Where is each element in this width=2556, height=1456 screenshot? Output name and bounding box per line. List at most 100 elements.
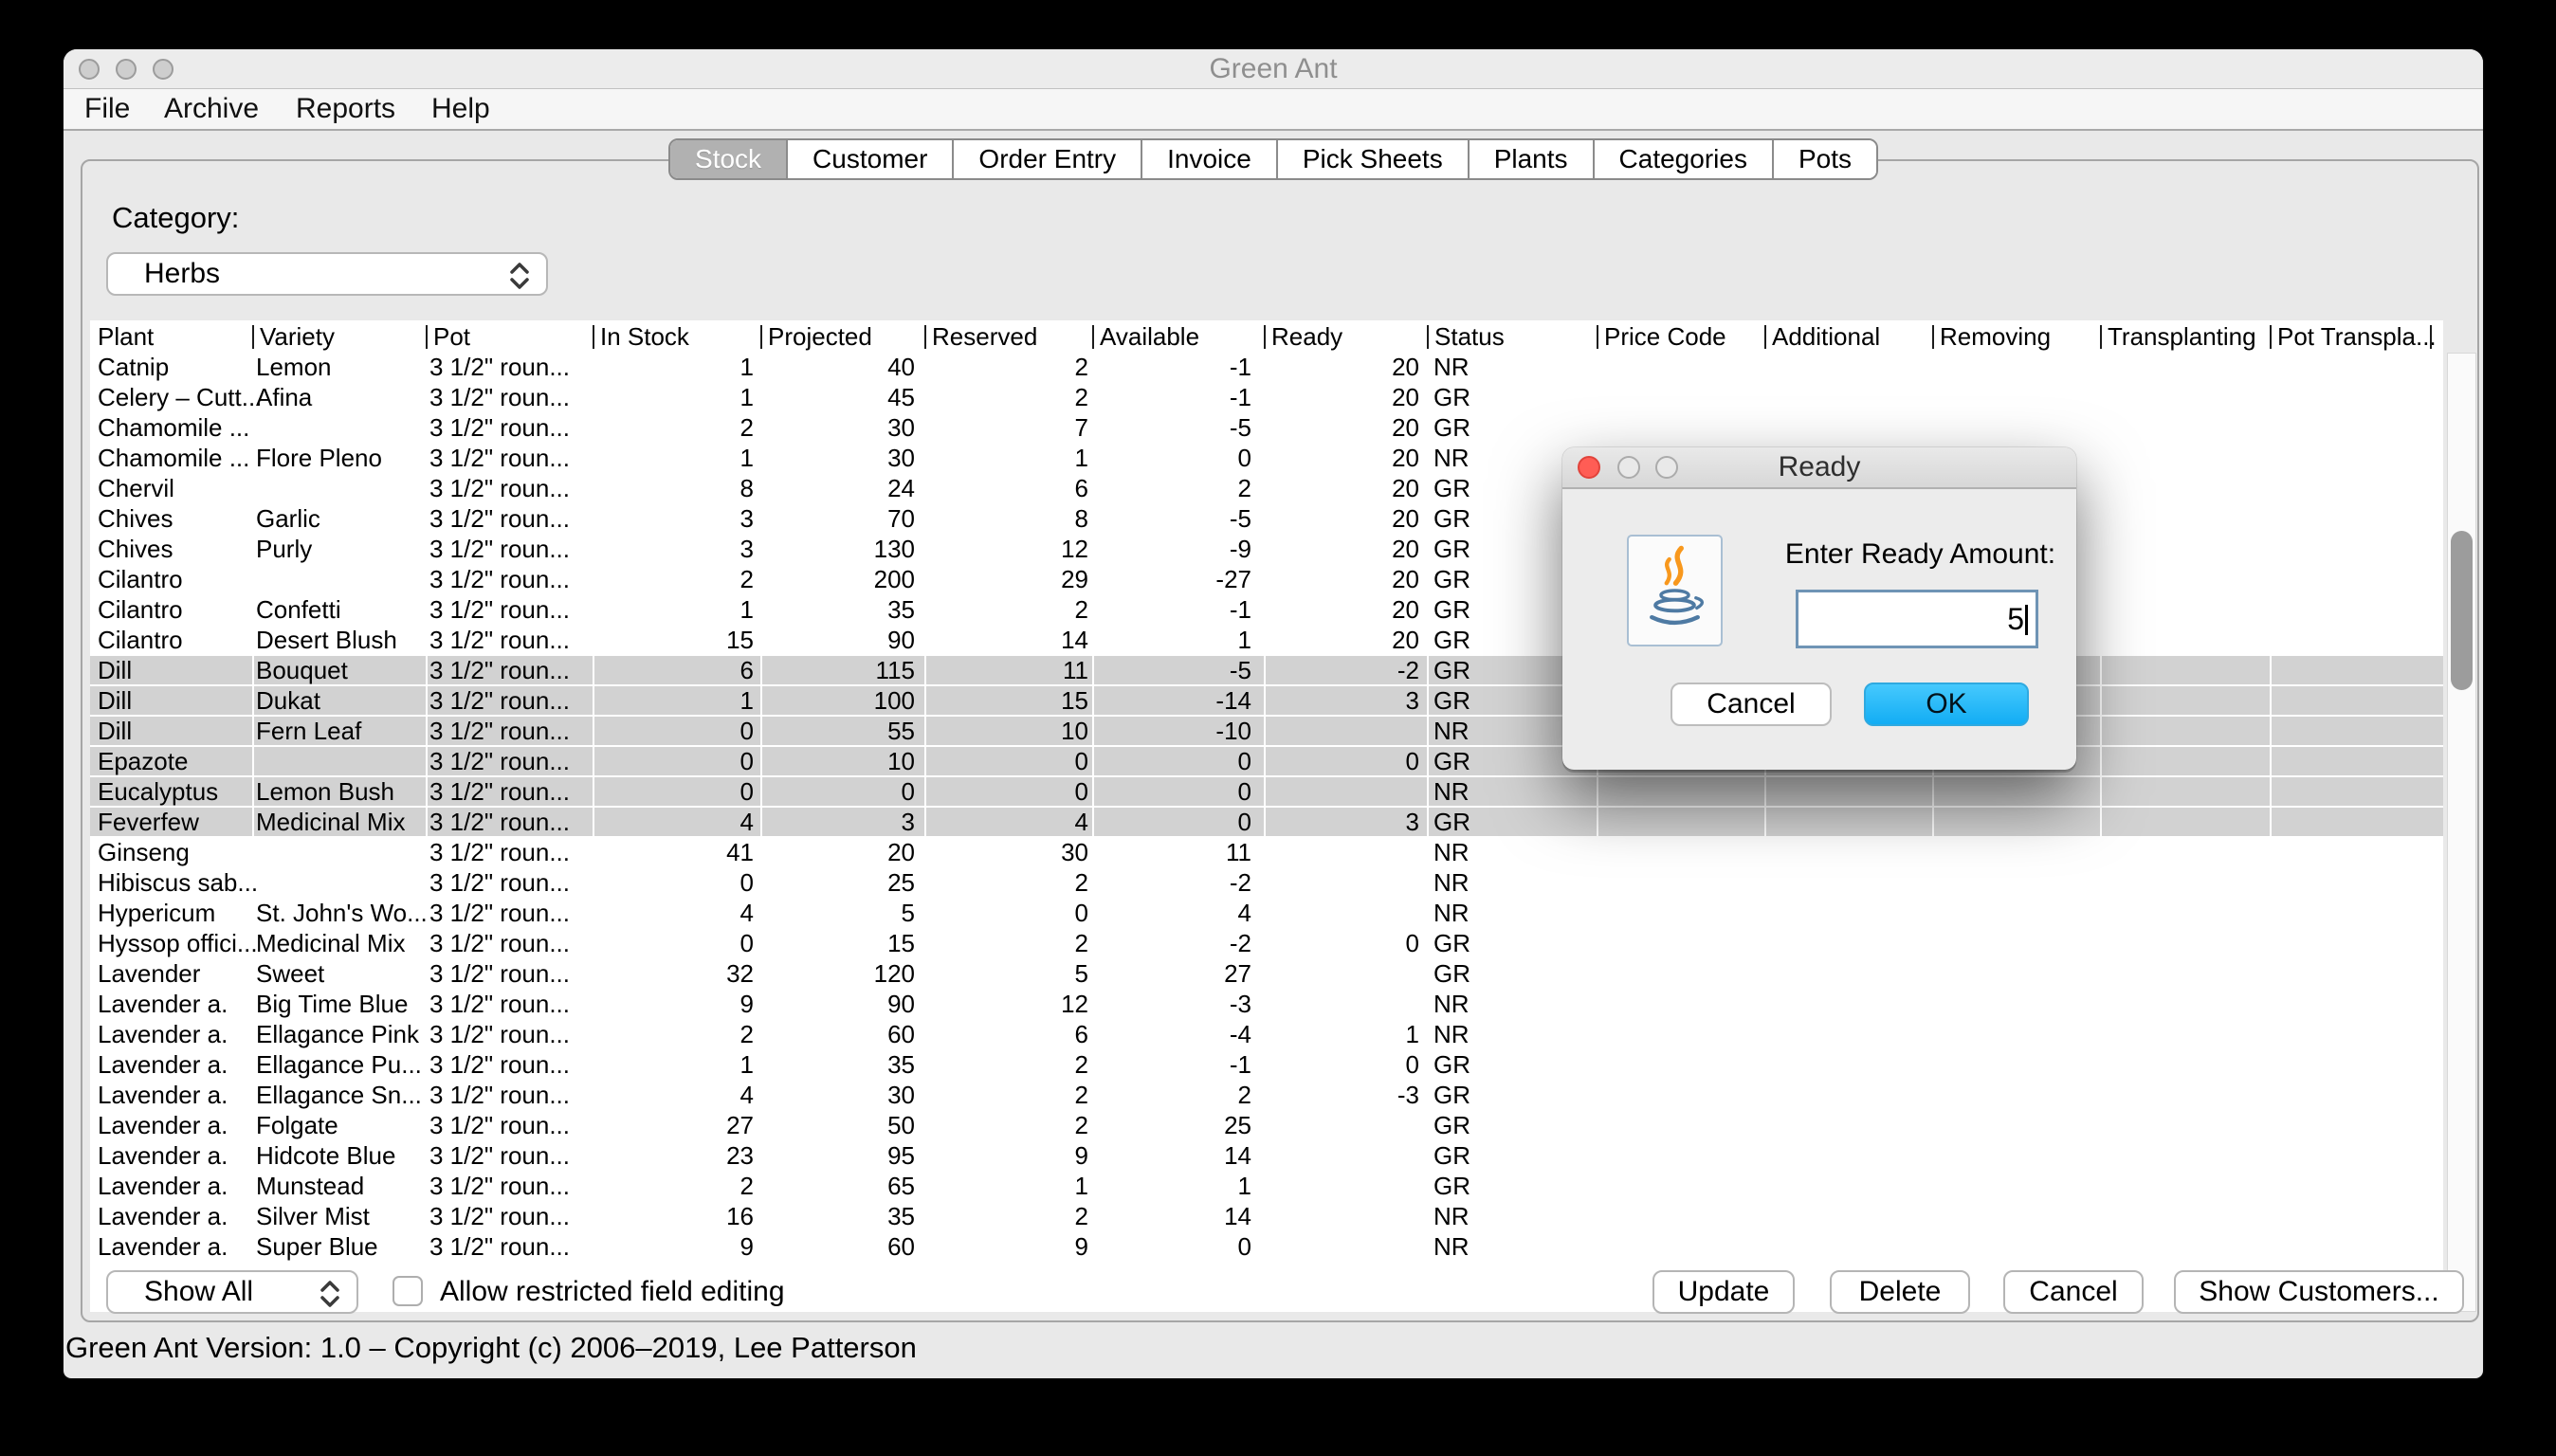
cell-in-stock: 0 <box>739 747 754 775</box>
table-row[interactable]: Lavender a. Big Time Blue 3 1/2" roun... 9 9… <box>90 990 2443 1020</box>
column-header-in-stock[interactable]: In Stock <box>600 320 689 353</box>
chevron-up-down-icon <box>320 1281 339 1307</box>
table-row[interactable]: Feverfew Medicinal Mix 3 1/2" roun... 4 3 4 0 3… <box>90 808 2443 838</box>
table-row[interactable]: Hibiscus sab... 3 1/2" roun... 0 25 2 -2 NR <box>90 868 2443 899</box>
allow-restricted-editing-checkbox[interactable] <box>393 1276 423 1306</box>
cell-reserved: 1 <box>1074 1172 1088 1200</box>
column-header-reserved[interactable]: Reserved <box>932 320 1037 353</box>
table-row[interactable]: Eucalyptus Lemon Bush 3 1/2" roun... 0 0 0 0 NR <box>90 777 2443 808</box>
table-row[interactable]: Lavender a. Ellagance Sn... 3 1/2" roun...… <box>90 1081 2443 1111</box>
tab-order-entry[interactable]: Order Entry <box>952 140 1141 178</box>
ready-amount-input[interactable]: 5 <box>1796 590 2038 648</box>
vertical-scrollbar[interactable] <box>2447 353 2476 1312</box>
tab-stock[interactable]: Stock <box>670 140 787 178</box>
cell-status: NR <box>1433 1020 1470 1048</box>
column-header-pot[interactable]: Pot <box>433 320 470 353</box>
table-row[interactable]: Cilantro Confetti 3 1/2" roun... 1 35 2 -1 20 GR <box>90 595 2443 626</box>
cell-status: GR <box>1433 1081 1470 1109</box>
table-row[interactable]: Epazote 3 1/2" roun... 0 10 0 0 0 GR <box>90 747 2443 777</box>
cell-projected: 60 <box>887 1020 915 1048</box>
menu-file[interactable]: File <box>84 89 130 129</box>
cell-in-stock: 2 <box>739 1020 754 1048</box>
cell-pot: 3 1/2" roun... <box>429 838 570 866</box>
tab-invoice[interactable]: Invoice <box>1141 140 1276 178</box>
column-header-variety[interactable]: Variety <box>260 320 335 353</box>
tab-plants[interactable]: Plants <box>1467 140 1593 178</box>
dialog-close-icon[interactable] <box>1578 456 1600 479</box>
column-header-ready[interactable]: Ready <box>1271 320 1342 353</box>
table-row[interactable]: Cilantro 3 1/2" roun... 2 200 29 -27 20 GR <box>90 565 2443 595</box>
table-row[interactable]: Catnip Lemon 3 1/2" roun... 1 40 2 -1 20 NR <box>90 353 2443 383</box>
cell-status: GR <box>1433 565 1470 593</box>
cell-in-stock: 4 <box>739 1081 754 1109</box>
cell-reserved: 0 <box>1074 747 1088 775</box>
menu-reports[interactable]: Reports <box>296 89 395 129</box>
cell-status: GR <box>1433 413 1470 442</box>
column-header-available[interactable]: Available <box>1100 320 1199 353</box>
update-button[interactable]: Update <box>1652 1270 1795 1314</box>
table-row[interactable]: Chamomile ... Flore Pleno 3 1/2" roun... 1 3… <box>90 444 2443 474</box>
table-row[interactable]: Hypericum St. John's Wo... 3 1/2" roun... 4… <box>90 899 2443 929</box>
show-customers-button[interactable]: Show Customers... <box>2174 1270 2464 1314</box>
table-row[interactable]: Lavender a. Ellagance Pink 3 1/2" roun... 2… <box>90 1020 2443 1050</box>
table-row[interactable]: Dill Dukat 3 1/2" roun... 1 100 15 -14 3 GR <box>90 686 2443 717</box>
tab-pots[interactable]: Pots <box>1771 140 1876 178</box>
tab-categories[interactable]: Categories <box>1592 140 1772 178</box>
table-row[interactable]: Lavender Sweet 3 1/2" roun... 32 120 5 27 GR <box>90 959 2443 990</box>
table-row[interactable]: Hyssop offici... Medicinal Mix 3 1/2" roun… <box>90 929 2443 959</box>
table-row[interactable]: Lavender a. Silver Mist 3 1/2" roun... 16 35… <box>90 1202 2443 1232</box>
column-header-projected[interactable]: Projected <box>768 320 872 353</box>
tab-customer[interactable]: Customer <box>786 140 953 178</box>
table-row[interactable]: Chervil 3 1/2" roun... 8 24 6 2 20 GR <box>90 474 2443 504</box>
menu-archive[interactable]: Archive <box>164 89 259 129</box>
column-header-removing[interactable]: Removing <box>1940 320 2051 353</box>
table-row[interactable]: Dill Fern Leaf 3 1/2" roun... 0 55 10 -10 NR <box>90 717 2443 747</box>
column-gridline <box>1264 656 1266 686</box>
column-header-plant[interactable]: Plant <box>98 320 154 353</box>
tab-pick-sheets[interactable]: Pick Sheets <box>1275 140 1468 178</box>
delete-button[interactable]: Delete <box>1830 1270 1970 1314</box>
column-header-status[interactable]: Status <box>1434 320 1505 353</box>
show-filter-select[interactable]: Show All <box>106 1270 358 1314</box>
column-gridline <box>760 777 762 808</box>
table-row[interactable]: Ginseng 3 1/2" roun... 41 20 30 11 NR <box>90 838 2443 868</box>
cell-ready: 20 <box>1392 444 1419 472</box>
header-separator <box>2430 325 2432 349</box>
column-header-additional[interactable]: Additional <box>1772 320 1880 353</box>
column-gridline <box>1427 717 1429 747</box>
cell-pot: 3 1/2" roun... <box>429 595 570 624</box>
column-header-price-code[interactable]: Price Code <box>1604 320 1726 353</box>
header-separator <box>426 325 428 349</box>
cell-in-stock: 1 <box>739 383 754 411</box>
category-select[interactable]: Herbs <box>106 252 548 296</box>
table-row[interactable]: Lavender a. Ellagance Pu... 3 1/2" roun...… <box>90 1050 2443 1081</box>
table-row[interactable]: Lavender a. Munstead 3 1/2" roun... 2 65 1 1 GR <box>90 1172 2443 1202</box>
column-gridline <box>760 656 762 686</box>
table-row[interactable]: Dill Bouquet 3 1/2" roun... 6 115 11 -5 -2 GR <box>90 656 2443 686</box>
cell-pot: 3 1/2" roun... <box>429 474 570 502</box>
cell-ready: 20 <box>1392 383 1419 411</box>
table-row[interactable]: Lavender a. Super Blue 3 1/2" roun... 9 60 9 0… <box>90 1232 2443 1263</box>
table-row[interactable]: Chamomile ... 3 1/2" roun... 2 30 7 -5 20 GR <box>90 413 2443 444</box>
column-header-pot-transpla-[interactable]: Pot Transpla... <box>2277 320 2437 353</box>
column-gridline <box>593 686 594 717</box>
cell-available: -27 <box>1215 565 1251 593</box>
table-row[interactable]: Lavender a. Folgate 3 1/2" roun... 27 50 2 25 G… <box>90 1111 2443 1141</box>
cell-available: -5 <box>1229 413 1251 442</box>
table-row[interactable]: Chives Garlic 3 1/2" roun... 3 70 8 -5 20 GR <box>90 504 2443 535</box>
cell-projected: 95 <box>887 1141 915 1170</box>
cell-projected: 70 <box>887 504 915 533</box>
cell-reserved: 15 <box>1061 686 1088 715</box>
table-row[interactable]: Celery – Cutt... Afina 3 1/2" roun... 1 45 2 -… <box>90 383 2443 413</box>
menu-help[interactable]: Help <box>431 89 490 129</box>
column-header-transplanting[interactable]: Transplanting <box>2108 320 2256 353</box>
column-gridline <box>760 686 762 717</box>
column-gridline <box>1427 777 1429 808</box>
cancel-button[interactable]: Cancel <box>2003 1270 2144 1314</box>
scrollbar-thumb[interactable] <box>2451 531 2473 690</box>
dialog-ok-button[interactable]: OK <box>1864 682 2029 726</box>
dialog-cancel-button[interactable]: Cancel <box>1671 682 1832 726</box>
table-row[interactable]: Cilantro Desert Blush 3 1/2" roun... 15 90 14… <box>90 626 2443 656</box>
table-row[interactable]: Chives Purly 3 1/2" roun... 3 130 12 -9 20 GR <box>90 535 2443 565</box>
table-row[interactable]: Lavender a. Hidcote Blue 3 1/2" roun... 23 9… <box>90 1141 2443 1172</box>
